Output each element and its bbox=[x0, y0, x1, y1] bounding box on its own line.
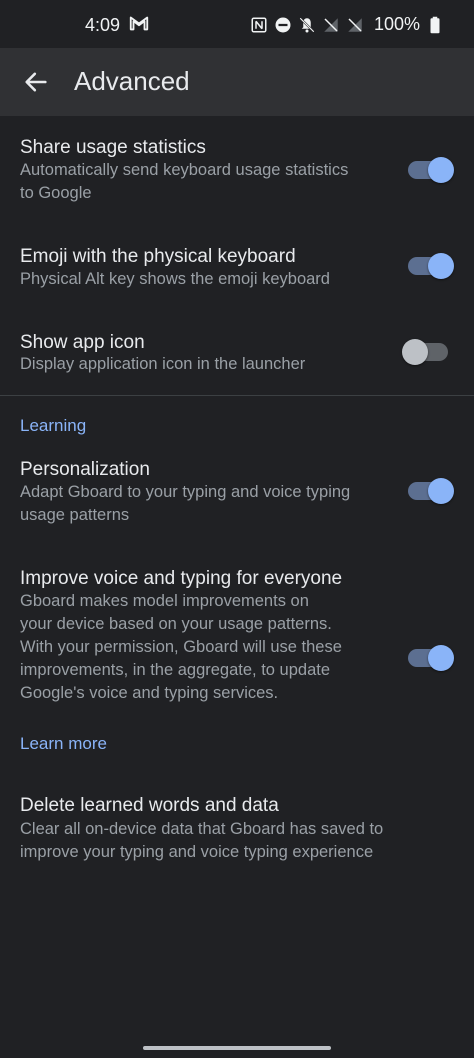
learn-more-link[interactable]: Learn more bbox=[20, 734, 107, 754]
setting-summary: Gboard makes model improvements on your … bbox=[20, 592, 342, 702]
setting-title: Show app icon bbox=[20, 332, 145, 353]
setting-improve-voice-typing[interactable]: Improve voice and typing for everyone Gb… bbox=[0, 550, 474, 720]
status-time: 4:09 bbox=[85, 15, 121, 35]
do-not-disturb-icon bbox=[275, 17, 291, 32]
arrow-back-icon[interactable] bbox=[22, 68, 50, 96]
setting-emoji-physical-keyboard[interactable]: Emoji with the physical keyboard Physica… bbox=[0, 230, 474, 310]
gmail-icon bbox=[129, 16, 149, 31]
battery-percent: 100% bbox=[373, 14, 420, 34]
setting-title: Improve voice and typing for everyone bbox=[20, 568, 343, 589]
personalization-toggle[interactable] bbox=[408, 478, 454, 504]
gesture-navigation-bar[interactable] bbox=[143, 1046, 331, 1050]
setting-title: Personalization bbox=[20, 459, 150, 480]
setting-show-app-icon[interactable]: Show app icon Display application icon i… bbox=[0, 318, 474, 390]
setting-personalization[interactable]: Personalization Adapt Gboard to your typ… bbox=[0, 440, 474, 540]
setting-summary: Clear all on-device data that Gboard has… bbox=[20, 820, 384, 861]
show-app-icon-toggle[interactable] bbox=[402, 339, 450, 365]
section-header-learning: Learning bbox=[20, 416, 87, 435]
status-icons: 100% bbox=[250, 14, 444, 35]
setting-summary: Display application icon in the launcher bbox=[20, 355, 306, 373]
status-bar: 4:09 100% bbox=[0, 0, 474, 48]
improve-voice-typing-toggle[interactable] bbox=[408, 645, 454, 671]
setting-share-usage-statistics[interactable]: Share usage statistics Automatically sen… bbox=[0, 116, 474, 214]
page-title: Advanced bbox=[74, 66, 190, 96]
battery-full-icon bbox=[430, 16, 440, 33]
section-divider bbox=[0, 395, 474, 396]
setting-title: Share usage statistics bbox=[20, 137, 206, 158]
no-signal-icon bbox=[348, 17, 362, 32]
notifications-off-icon bbox=[299, 16, 315, 33]
setting-summary: Physical Alt key shows the emoji keyboar… bbox=[20, 270, 330, 288]
share-usage-statistics-toggle[interactable] bbox=[408, 157, 454, 183]
setting-summary: Automatically send keyboard usage statis… bbox=[20, 161, 349, 202]
setting-summary: Adapt Gboard to your typing and voice ty… bbox=[20, 483, 351, 524]
emoji-physical-keyboard-toggle[interactable] bbox=[408, 253, 454, 279]
nfc-icon bbox=[251, 17, 267, 32]
app-bar: Advanced bbox=[0, 48, 474, 116]
setting-delete-learned-data[interactable]: Delete learned words and data Clear all … bbox=[0, 780, 474, 870]
setting-title: Emoji with the physical keyboard bbox=[20, 246, 296, 267]
setting-title: Delete learned words and data bbox=[20, 795, 279, 816]
no-signal-icon bbox=[324, 17, 338, 32]
